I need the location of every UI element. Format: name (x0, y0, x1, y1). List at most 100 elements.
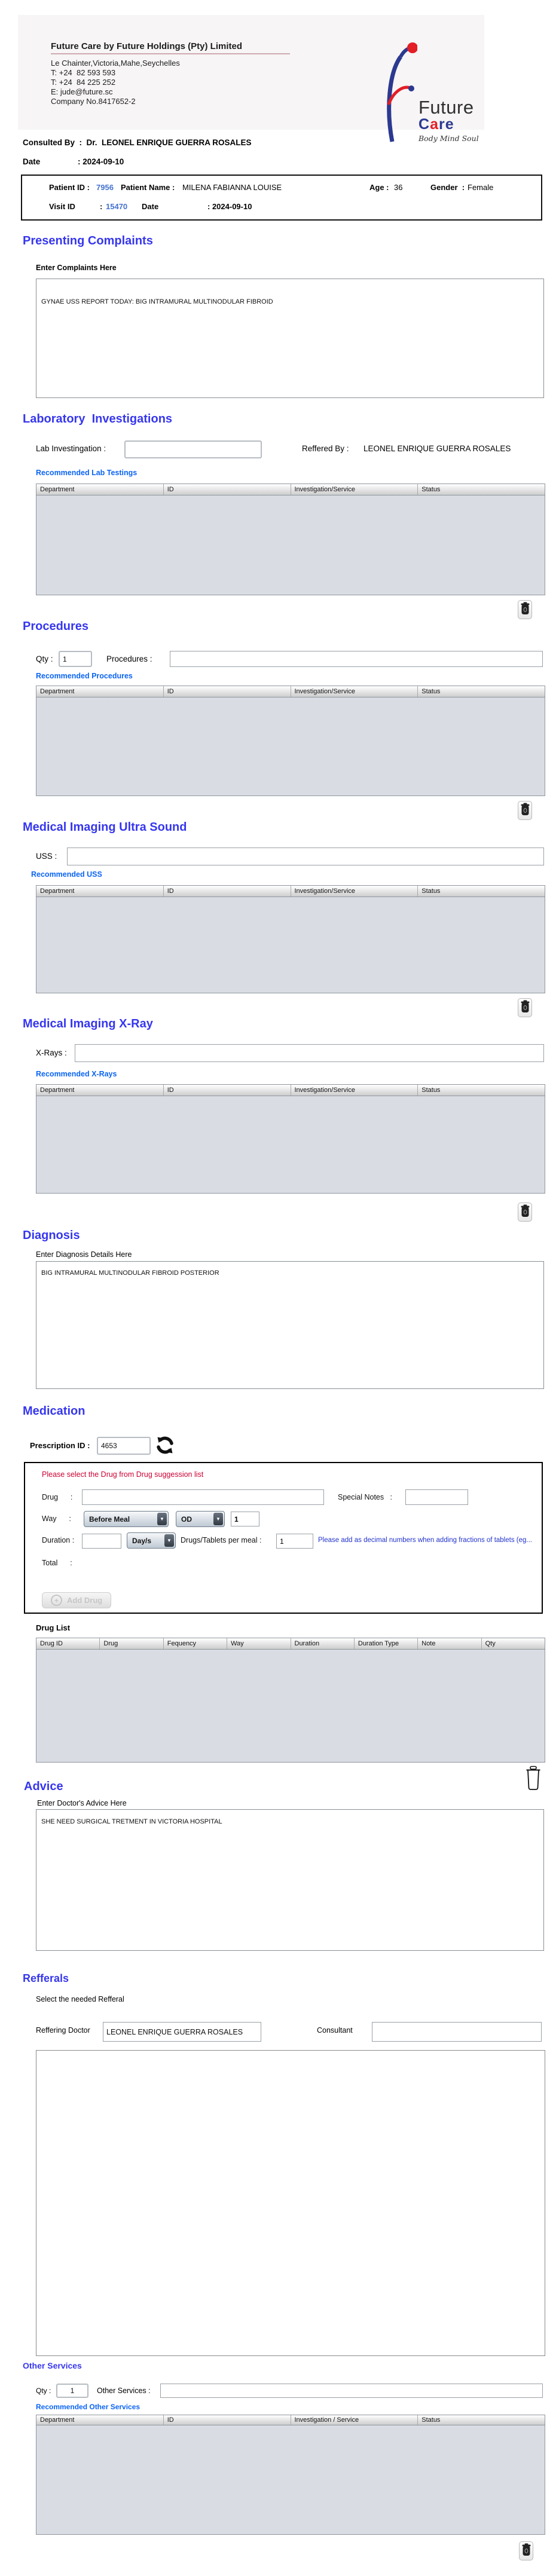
procedures-col-id: ID (164, 686, 291, 697)
xray-col-investigation: Investigation/Service (291, 1085, 418, 1096)
other-services-input[interactable] (160, 2384, 543, 2398)
drug-input[interactable] (82, 1489, 324, 1505)
drug-col-qty: Qty (482, 1638, 545, 1649)
uss-delete-button[interactable] (518, 998, 532, 1017)
consultant-label: Consultant (317, 2026, 353, 2035)
section-title-medication: Medication (23, 1405, 85, 1418)
procedures-col-investigation: Investigation/Service (291, 686, 418, 697)
uss-table: Department ID Investigation/Service Stat… (36, 885, 545, 993)
company-name: Future Care by Future Holdings (Pty) Lim… (51, 41, 290, 54)
chevron-down-icon (164, 1534, 174, 1547)
procedures-delete-button[interactable] (518, 801, 532, 820)
trash-outline-icon (525, 1783, 542, 1793)
other-services-qty-input[interactable] (56, 2384, 88, 2398)
lab-investigation-input[interactable] (124, 440, 262, 458)
patient-age-value: 36 (394, 183, 402, 192)
per-meal-label: Drugs/Tablets per meal : (181, 1536, 261, 1544)
advice-textarea[interactable]: SHE NEED SURGICAL TRETMENT IN VICTORIA H… (36, 1809, 544, 1951)
patient-name-value: MILENA FABIANNA LOUISE (182, 183, 282, 192)
lab-table-body (36, 495, 545, 595)
diagnosis-textarea[interactable]: BIG INTRAMURAL MULTINODULAR FIBROID POST… (36, 1261, 544, 1389)
trash-icon (522, 2543, 531, 2559)
visit-id-colon: : (100, 202, 102, 211)
patient-gender-label: Gender : (430, 183, 465, 192)
company-phone-2: T: +24 84 225 252 (51, 78, 290, 87)
total-label: Total : (42, 1559, 72, 1567)
complaints-textarea[interactable]: GYNAE USS REPORT TODAY: BIG INTRAMURAL M… (36, 279, 544, 398)
patient-name-label: Patient Name : (121, 183, 175, 192)
advice-delete-button[interactable] (525, 1766, 542, 1794)
xray-table-header: Department ID Investigation/Service Stat… (36, 1085, 545, 1096)
uss-input[interactable] (67, 848, 544, 865)
way-qty-input[interactable] (231, 1512, 259, 1526)
section-title-diagnosis: Diagnosis (23, 1229, 80, 1243)
procedures-input[interactable] (170, 651, 543, 667)
lab-investigation-label: Lab Investingation : (36, 444, 106, 453)
other-services-table-header: Department ID Investigation / Service St… (36, 2415, 545, 2425)
chevron-down-icon (213, 1513, 223, 1525)
recommended-uss-label: Recommended USS (31, 870, 102, 879)
patient-info-box: Patient ID : 7956 Patient Name : MILENA … (21, 175, 542, 221)
duration-unit-select[interactable]: Day/s (127, 1532, 176, 1549)
consultant-input[interactable] (372, 2022, 542, 2042)
visit-id-label: Visit ID (49, 202, 75, 211)
lab-delete-button[interactable] (518, 600, 532, 619)
procedures-qty-label: Qty : (36, 654, 53, 663)
uss-table-header: Department ID Investigation/Service Stat… (36, 886, 545, 897)
reffered-by-label: Reffered By : (302, 444, 349, 453)
reffered-by-value: LEONEL ENRIQUE GUERRA ROSALES (363, 444, 511, 453)
xray-input[interactable] (75, 1044, 544, 1062)
other-services-qty-label: Qty : (36, 2387, 51, 2395)
consult-date-line: Date: 2024-09-10 (23, 157, 124, 166)
consult-date-label: Date (23, 157, 78, 166)
frequency-select[interactable]: OD (176, 1511, 225, 1527)
uss-col-department: Department (36, 886, 164, 897)
add-drug-button[interactable]: Add Drug (42, 1592, 111, 1608)
per-meal-input[interactable] (276, 1534, 313, 1549)
reffering-doctor-input[interactable] (103, 2022, 261, 2042)
procedures-qty-input[interactable] (59, 651, 92, 667)
duration-label: Duration : (42, 1536, 74, 1544)
procedures-label: Procedures : (106, 654, 152, 663)
advice-sublabel: Enter Doctor's Advice Here (37, 1799, 127, 1807)
drug-suggestion-notice: Please select the Drug from Drug suggess… (42, 1470, 203, 1479)
uss-label: USS : (36, 852, 57, 861)
section-title-advice: Advice (24, 1780, 63, 1794)
xray-col-id: ID (164, 1085, 291, 1096)
xray-col-status: Status (418, 1085, 545, 1096)
uss-col-status: Status (418, 886, 545, 897)
way-select[interactable]: Before Meal (84, 1511, 169, 1527)
prescription-id-input[interactable] (97, 1437, 151, 1455)
refresh-prescription-button[interactable] (155, 1436, 175, 1455)
special-notes-input[interactable] (405, 1489, 468, 1505)
drug-col-note: Note (418, 1638, 481, 1649)
lab-col-status: Status (418, 484, 545, 495)
lab-testings-table: Department ID Investigation/Service Stat… (36, 484, 545, 595)
refferal-list-box[interactable] (36, 2050, 545, 2356)
consultation-report-page: Future Care by Future Holdings (Pty) Lim… (0, 0, 556, 2576)
duration-input[interactable] (82, 1534, 121, 1549)
future-care-logo: Future Care Body Mind Soul (374, 39, 479, 148)
xray-table-body (36, 1096, 545, 1193)
xray-delete-button[interactable] (518, 1203, 532, 1222)
drug-col-drug: Drug (100, 1638, 163, 1649)
chevron-down-icon (157, 1513, 167, 1525)
section-title-xray: Medical Imaging X-Ray (23, 1017, 153, 1031)
plus-circle-icon (51, 1595, 62, 1606)
logo-word-care: Care (418, 117, 479, 132)
patient-id-value: 7956 (96, 183, 114, 192)
os-col-status: Status (418, 2415, 545, 2425)
drug-label: Drug : (42, 1493, 72, 1501)
uss-col-investigation: Investigation/Service (291, 886, 418, 897)
recommended-xrays-label: Recommended X-Rays (36, 1070, 117, 1078)
lab-col-investigation: Investigation/Service (291, 484, 418, 495)
consulted-by-line: Consulted By : Dr. LEONEL ENRIQUE GUERRA… (23, 138, 252, 147)
way-select-value: Before Meal (89, 1515, 130, 1523)
os-col-department: Department (36, 2415, 164, 2425)
section-title-other-services: Other Services (23, 2361, 82, 2370)
company-number: Company No.8417652-2 (51, 97, 290, 106)
procedures-table: Department ID Investigation/Service Stat… (36, 686, 545, 796)
drug-list-body (36, 1650, 545, 1762)
consulted-by-label: Consulted By : (23, 138, 87, 147)
other-services-delete-button[interactable] (519, 2541, 533, 2560)
